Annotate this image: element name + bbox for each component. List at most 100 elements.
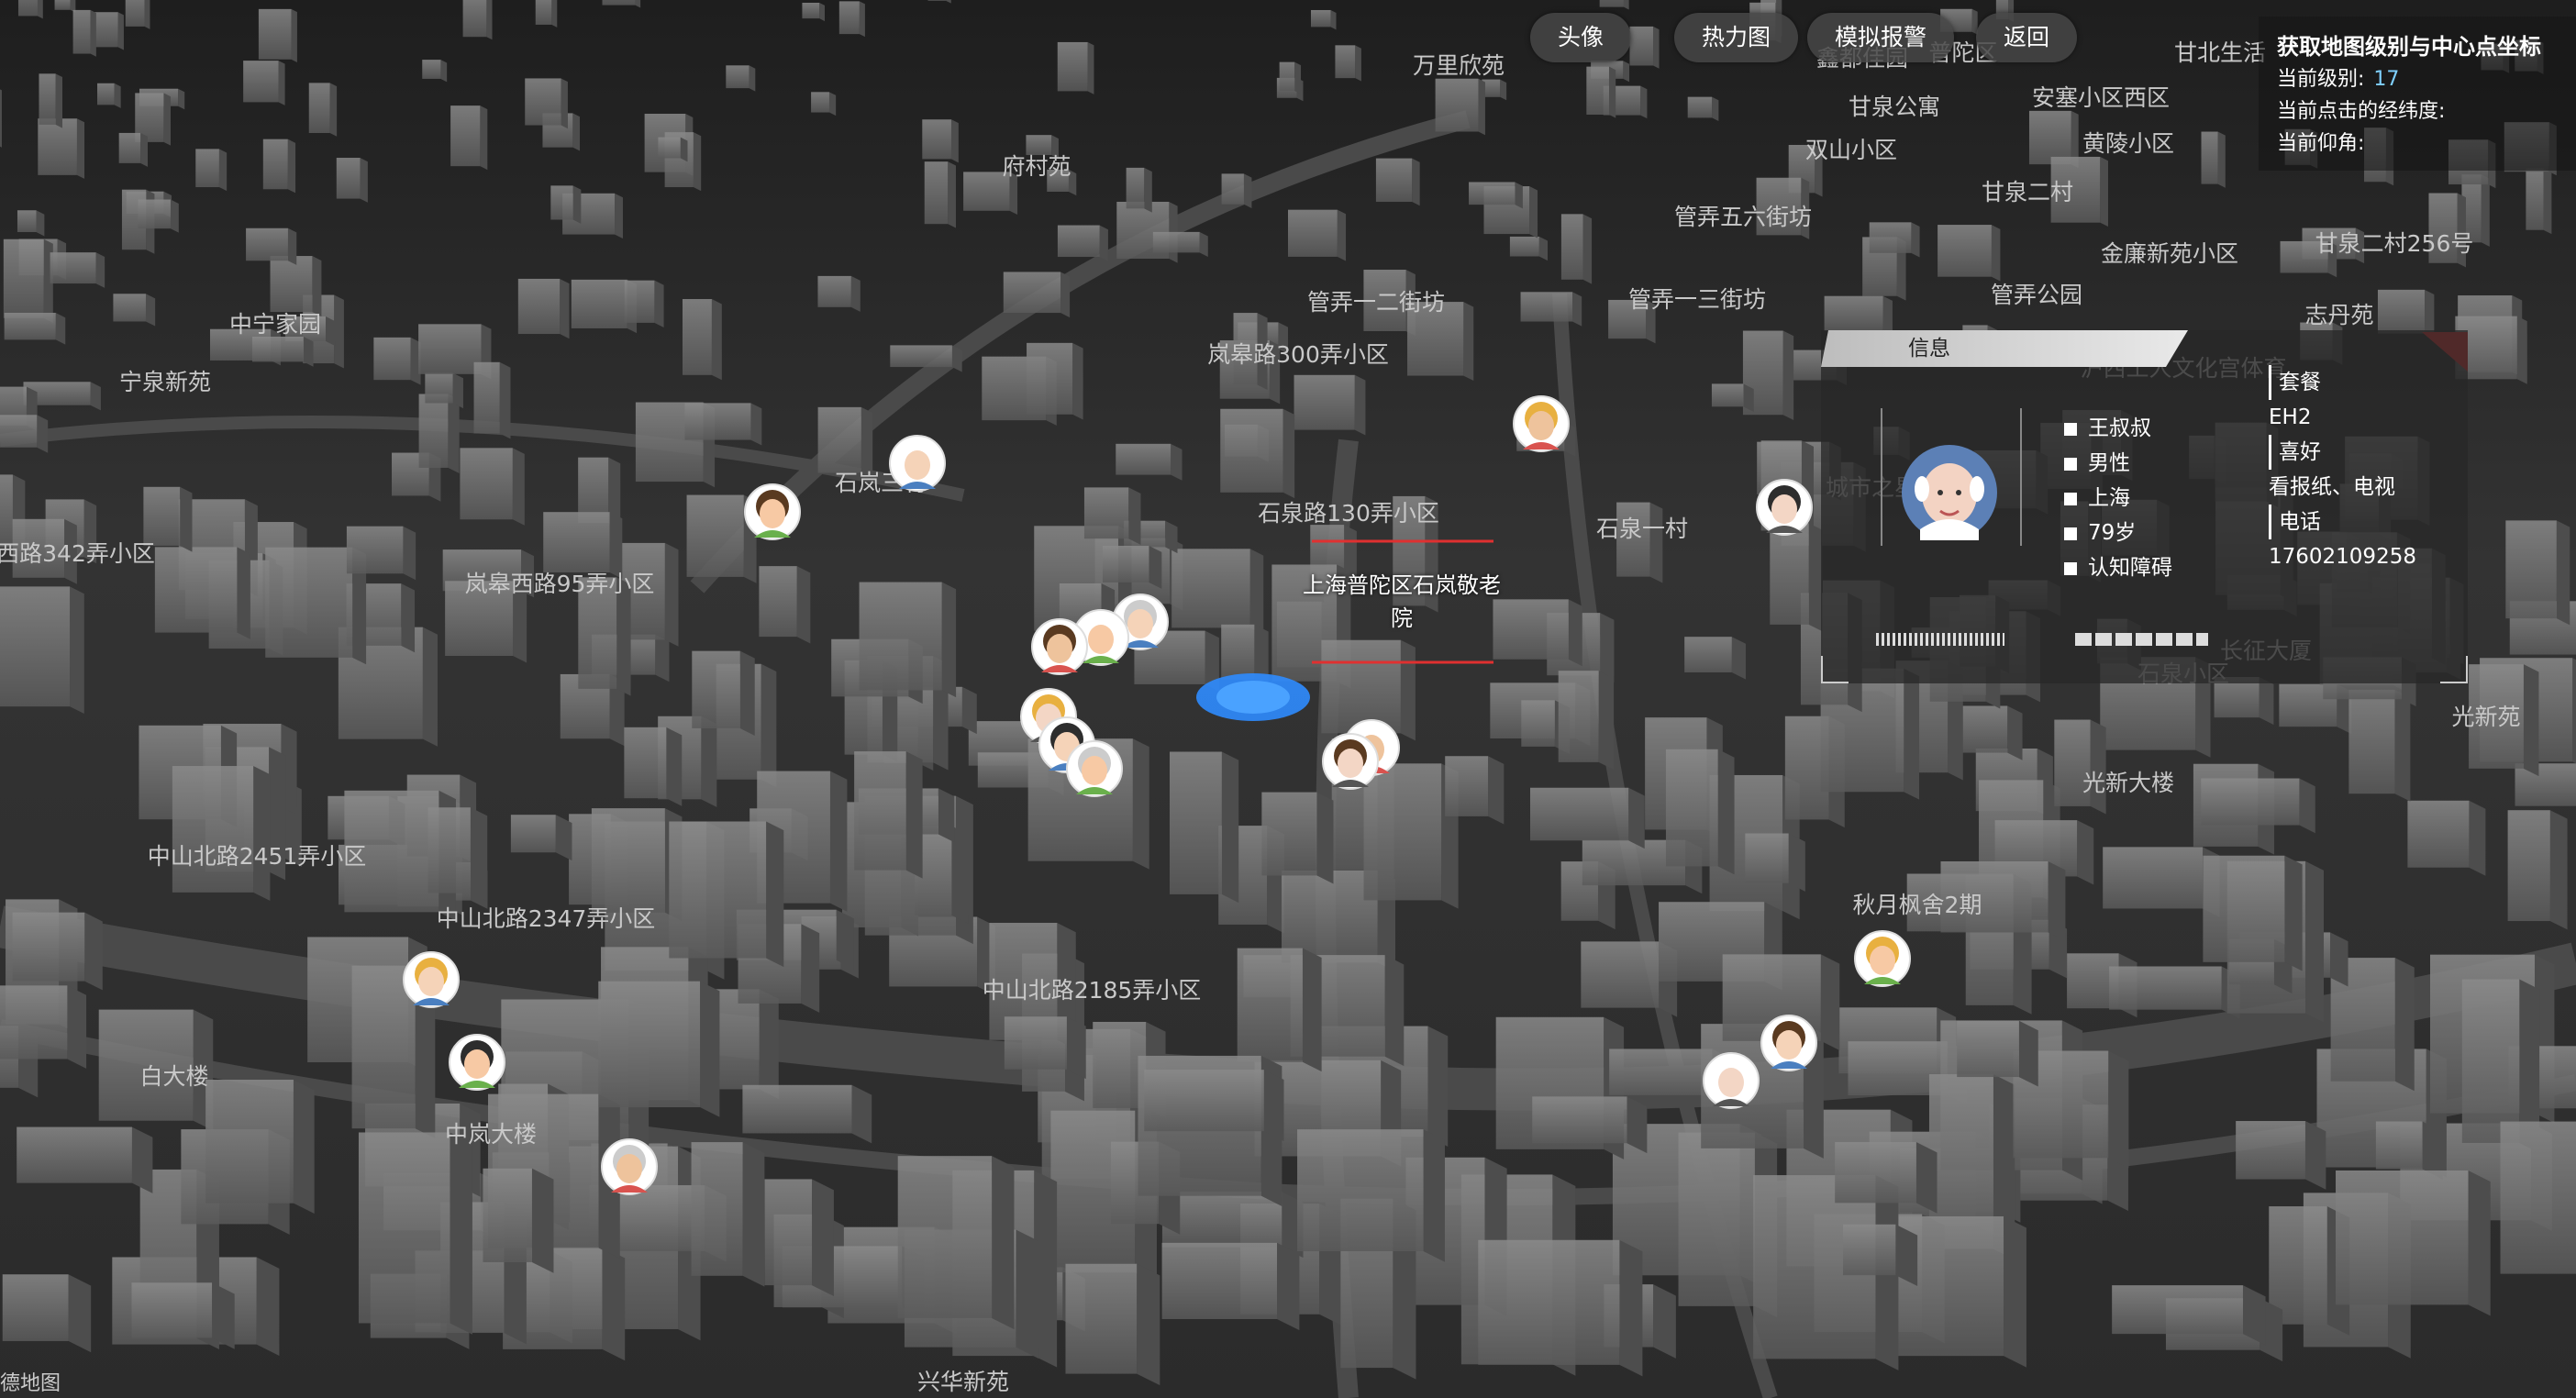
map-place-label: 秋月枫舍2期 <box>1853 892 1982 918</box>
map-watermark: 德地图 <box>0 1372 61 1395</box>
building <box>1520 292 1582 327</box>
map-place-label: 中山北路2185弄小区 <box>983 977 1202 1004</box>
avatar-marker-icon[interactable] <box>744 483 801 540</box>
map-info-panel: 获取地图级别与中心点坐标 当前级别: 17 当前点击的经纬度: 当前仰角: <box>2259 17 2576 171</box>
building <box>1938 225 2001 282</box>
hobby-value: 看报纸、电视 <box>2269 475 2395 499</box>
building <box>1294 374 1366 436</box>
person-attributes-list: 王叔叔 男性 上海 79岁 认知障碍 <box>2064 411 2172 585</box>
zoom-level-label: 当前级别: <box>2277 68 2365 91</box>
building <box>2236 1121 2326 1190</box>
avatar-marker-icon[interactable] <box>1703 1052 1760 1109</box>
building <box>915 826 969 925</box>
building <box>1003 272 1071 318</box>
avatar-button[interactable]: 头像 <box>1530 13 1632 62</box>
building <box>17 0 43 19</box>
map-place-label: 安塞小区西区 <box>2032 84 2170 111</box>
package-value: EH2 <box>2269 405 2312 429</box>
building <box>1665 749 1735 875</box>
back-button[interactable]: 返回 <box>1976 13 2078 62</box>
building <box>460 448 525 526</box>
avatar-marker-icon[interactable] <box>1031 618 1088 675</box>
avatar-marker-icon[interactable] <box>449 1034 505 1091</box>
building <box>684 403 762 446</box>
avatar-marker-icon[interactable] <box>1760 1015 1817 1071</box>
building <box>1102 545 1162 589</box>
city-3d-map[interactable]: 万里欣苑鑫都佳园普陀区安塞小区西区甘北生活甘泉公寓双山小区黄陵小区府村苑甘泉二村… <box>0 0 2576 1398</box>
card-decor-bar-left <box>1876 633 2004 646</box>
building <box>2505 520 2570 626</box>
building <box>1057 41 1094 94</box>
building <box>39 73 63 128</box>
map-place-label: 中岚大楼 <box>445 1121 537 1148</box>
avatar-marker-icon[interactable] <box>1756 479 1813 536</box>
map-place-label: 甘泉二村256号 <box>2315 230 2474 257</box>
avatar-marker-icon[interactable] <box>889 435 946 492</box>
map-place-label: 中山北路2451弄小区 <box>148 843 367 870</box>
building <box>97 83 121 108</box>
avatar-marker-icon[interactable] <box>1854 930 1911 987</box>
building <box>854 751 923 879</box>
building <box>38 118 85 179</box>
avatar-marker-icon[interactable] <box>1513 395 1570 452</box>
elderly-face-icon <box>1904 447 1995 540</box>
person-gender: 男性 <box>2064 446 2172 481</box>
building <box>336 157 368 203</box>
building <box>154 547 250 639</box>
building <box>308 83 338 137</box>
map-place-label: 白大楼 <box>139 1063 208 1090</box>
building <box>246 227 297 265</box>
building <box>2203 855 2303 971</box>
building <box>811 92 837 116</box>
building <box>425 372 463 409</box>
building <box>591 808 683 922</box>
building <box>2103 847 2220 917</box>
building <box>1363 763 1459 909</box>
avatar-marker-icon[interactable] <box>1322 733 1379 790</box>
building <box>113 294 156 327</box>
building <box>525 78 568 129</box>
building <box>1469 182 1523 209</box>
package-label: 套餐 <box>2269 365 2416 400</box>
map-place-label: 管弄一三街坊 <box>1628 286 1766 313</box>
building <box>483 1168 554 1273</box>
building <box>1057 225 1108 261</box>
avatar-marker-icon[interactable] <box>1066 740 1123 797</box>
building <box>1279 61 1302 94</box>
map-place-label: 双山小区 <box>1805 137 1897 163</box>
simulate-alarm-button[interactable]: 模拟报警 <box>1807 13 1955 62</box>
building <box>243 61 285 105</box>
building <box>0 586 84 715</box>
building <box>0 415 49 453</box>
building <box>535 0 558 28</box>
building <box>1297 1129 1445 1262</box>
building <box>138 199 179 233</box>
map-place-label: 管弄公园 <box>1991 282 2082 308</box>
map-place-label: 兴华新苑 <box>917 1369 1009 1395</box>
building <box>422 60 448 83</box>
person-info-card[interactable]: 信息 王叔叔 男性 上海 79岁 认知障碍 套餐 EH2 喜好 看报纸、电视 电… <box>1821 330 2468 683</box>
map-place-label: 岚皋路300弄小区 <box>1207 341 1389 368</box>
building <box>450 105 488 171</box>
building <box>838 1 865 38</box>
avatar-marker-icon[interactable] <box>601 1138 658 1195</box>
building <box>1445 756 1505 825</box>
building <box>1835 1141 1938 1214</box>
building <box>258 8 297 62</box>
building <box>1161 1242 1300 1331</box>
building <box>922 119 959 163</box>
hobby-label: 喜好 <box>2269 435 2416 470</box>
person-details: 套餐 EH2 喜好 看报纸、电视 电话 17602109258 <box>2269 365 2416 574</box>
building <box>0 89 2 148</box>
building <box>624 727 683 806</box>
map-place-label: 管弄一二街坊 <box>1307 289 1445 316</box>
building <box>624 280 664 328</box>
building <box>1027 342 1083 420</box>
building <box>427 807 488 902</box>
heatmap-button[interactable]: 热力图 <box>1674 13 1799 62</box>
facility-label[interactable]: 上海普陀区石岚敬老院 <box>1301 569 1503 635</box>
building <box>1687 96 1719 122</box>
avatar-marker-icon[interactable] <box>403 951 460 1008</box>
building <box>517 278 570 339</box>
info-panel-title: 获取地图级别与中心点坐标 <box>2277 34 2541 60</box>
